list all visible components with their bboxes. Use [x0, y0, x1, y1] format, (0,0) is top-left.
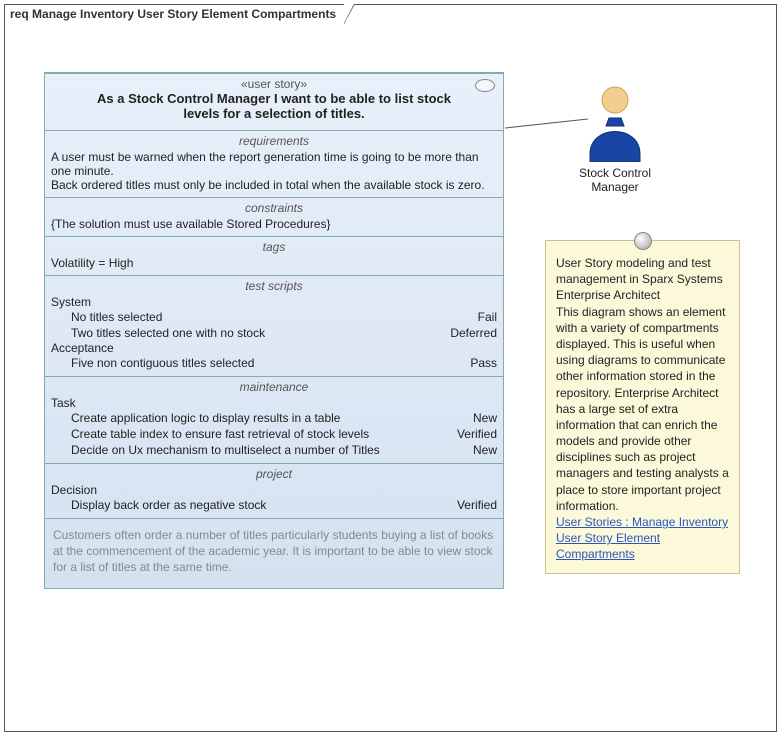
test-status: Fail: [478, 310, 497, 324]
test-status: Deferred: [450, 326, 497, 340]
tags-compartment: tags Volatility = High: [45, 236, 503, 275]
maintenance-row: Create table index to ensure fast retrie…: [51, 426, 497, 442]
test-label: Five non contiguous titles selected: [71, 356, 254, 370]
actor-element[interactable]: Stock Control Manager: [575, 84, 655, 195]
element-title: As a Stock Control Manager I want to be …: [51, 91, 497, 125]
constraints-compartment: constraints {The solution must use avail…: [45, 197, 503, 236]
test-scripts-compartment: test scripts System No titles selected F…: [45, 275, 503, 376]
project-row: Display back order as negative stock Ver…: [51, 497, 497, 513]
maintenance-compartment: maintenance Task Create application logi…: [45, 376, 503, 463]
project-compartment: project Decision Display back order as n…: [45, 463, 503, 518]
compartment-header: tags: [51, 240, 497, 254]
maintenance-label: Decide on Ux mechanism to multiselect a …: [71, 443, 380, 457]
frame-title: Manage Inventory User Story Element Comp…: [32, 7, 336, 21]
test-row: Five non contiguous titles selected Pass: [51, 355, 497, 371]
constraint-text: {The solution must use available Stored …: [51, 217, 497, 231]
maintenance-label: Create application logic to display resu…: [71, 411, 340, 425]
compartment-header: maintenance: [51, 380, 497, 394]
maintenance-status: Verified: [457, 427, 497, 441]
maintenance-status: New: [473, 411, 497, 425]
maintenance-row: Create application logic to display resu…: [51, 410, 497, 426]
note-link[interactable]: User Stories : Manage Inventory User Sto…: [556, 515, 728, 561]
compartment-header: requirements: [51, 134, 497, 148]
test-group: System: [51, 295, 497, 309]
pin-icon: [634, 232, 652, 250]
frame-title-tab: req Manage Inventory User Story Element …: [4, 4, 345, 23]
usecase-icon: [475, 79, 495, 92]
title-compartment: «user story» As a Stock Control Manager …: [45, 73, 503, 130]
actor-label: Stock Control Manager: [575, 166, 655, 195]
test-label: Two titles selected one with no stock: [71, 326, 265, 340]
requirement-item: Back ordered titles must only be include…: [51, 178, 497, 192]
tag-text: Volatility = High: [51, 256, 497, 270]
test-row: No titles selected Fail: [51, 309, 497, 325]
maintenance-label: Create table index to ensure fast retrie…: [71, 427, 369, 441]
test-group: Acceptance: [51, 341, 497, 355]
frame-prefix: req: [10, 7, 29, 21]
project-status: Verified: [457, 498, 497, 512]
requirement-item: A user must be warned when the report ge…: [51, 150, 497, 178]
notes-compartment: Customers often order a number of titles…: [45, 518, 503, 588]
compartment-header: project: [51, 467, 497, 481]
test-row: Two titles selected one with no stock De…: [51, 325, 497, 341]
note-body: User Story modeling and test management …: [556, 255, 729, 514]
compartment-header: constraints: [51, 201, 497, 215]
user-story-element[interactable]: «user story» As a Stock Control Manager …: [44, 72, 504, 589]
diagram-canvas: req Manage Inventory User Story Element …: [0, 0, 781, 736]
requirements-compartment: requirements A user must be warned when …: [45, 130, 503, 197]
description-note[interactable]: User Story modeling and test management …: [545, 240, 740, 574]
project-group: Decision: [51, 483, 497, 497]
maintenance-status: New: [473, 443, 497, 457]
stereotype-label: «user story»: [51, 77, 497, 91]
test-status: Pass: [470, 356, 497, 370]
maintenance-row: Decide on Ux mechanism to multiselect a …: [51, 442, 497, 458]
compartment-header: test scripts: [51, 279, 497, 293]
actor-icon: [584, 84, 646, 162]
maintenance-group: Task: [51, 396, 497, 410]
project-label: Display back order as negative stock: [71, 498, 266, 512]
test-label: No titles selected: [71, 310, 162, 324]
